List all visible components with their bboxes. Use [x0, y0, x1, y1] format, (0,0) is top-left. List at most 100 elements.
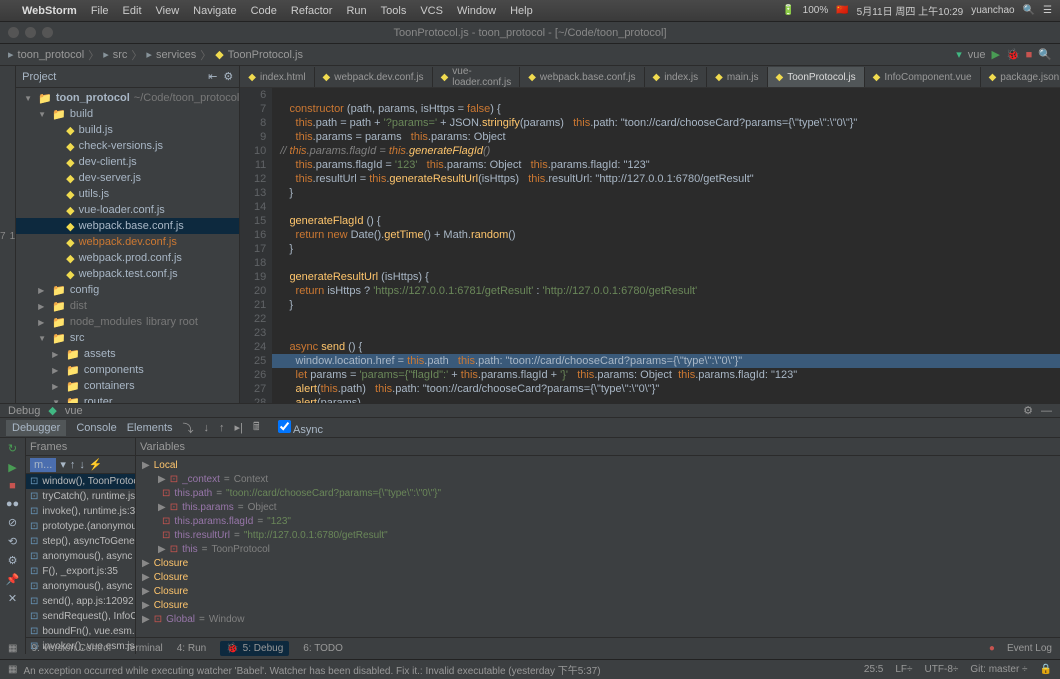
- menu-file[interactable]: File: [91, 5, 109, 17]
- variable-row[interactable]: ▶ Closure: [136, 598, 1060, 612]
- caret-position[interactable]: 25:5: [864, 664, 883, 675]
- search-icon[interactable]: 🔍: [1038, 48, 1052, 61]
- next-frame-icon[interactable]: ↓: [79, 459, 85, 471]
- spotlight-icon[interactable]: 🔍: [1023, 5, 1035, 16]
- editor-tab[interactable]: ◆webpack.dev.conf.js: [315, 67, 433, 87]
- console-tab[interactable]: Console: [76, 422, 116, 434]
- menu-vcs[interactable]: VCS: [420, 5, 443, 17]
- code-line[interactable]: return new Date().getTime() + Math.rando…: [272, 228, 1060, 242]
- code-line[interactable]: alert(params): [272, 396, 1060, 403]
- tree-item[interactable]: ◆webpack.base.conf.js: [16, 218, 239, 234]
- close-window-button[interactable]: [8, 27, 19, 38]
- tree-item[interactable]: ▼📁src: [16, 330, 239, 346]
- code-line[interactable]: [272, 88, 1060, 102]
- menu-code[interactable]: Code: [251, 5, 277, 17]
- tree-root[interactable]: ▼📁toon_protocol ~/Code/toon_protocol: [16, 90, 239, 106]
- run-button[interactable]: ▶: [991, 48, 999, 61]
- tree-item[interactable]: ▶📁config: [16, 282, 239, 298]
- step-out-icon[interactable]: ↑: [219, 422, 225, 434]
- code-line[interactable]: async send () {: [272, 340, 1060, 354]
- code-line[interactable]: this.params = params this.params: Object: [272, 130, 1060, 144]
- settings-icon[interactable]: ⚙: [8, 554, 18, 567]
- code-line[interactable]: [272, 200, 1060, 214]
- editor-tab[interactable]: ◆vue-loader.conf.js: [433, 67, 521, 87]
- restore-layout-icon[interactable]: ⟲: [8, 535, 17, 548]
- tree-item[interactable]: ◆dev-server.js: [16, 170, 239, 186]
- editor-tab[interactable]: ◆InfoComponent.vue: [865, 67, 981, 87]
- code-line[interactable]: [272, 326, 1060, 340]
- menu-help[interactable]: Help: [510, 5, 533, 17]
- close-icon[interactable]: ✕: [8, 592, 17, 605]
- code-line[interactable]: }: [272, 298, 1060, 312]
- tool-window-icon[interactable]: ▦: [8, 664, 17, 675]
- variable-row[interactable]: ▶ Closure: [136, 556, 1060, 570]
- variable-row[interactable]: ▶ ⊡ _context = Context: [136, 472, 1060, 486]
- variable-row[interactable]: ▶ ⊡ this = ToonProtocol: [136, 542, 1060, 556]
- filter-icon[interactable]: ⚡: [89, 458, 103, 471]
- tree-item[interactable]: ◆webpack.prod.conf.js: [16, 250, 239, 266]
- collapse-icon[interactable]: ⇤: [208, 70, 217, 83]
- debug-button[interactable]: 🐞: [1006, 48, 1020, 61]
- app-menu[interactable]: WebStorm: [22, 5, 77, 17]
- chevron-down-icon[interactable]: ▾: [60, 458, 66, 471]
- editor-tab[interactable]: ◆webpack.base.conf.js: [520, 67, 644, 87]
- menu-navigate[interactable]: Navigate: [193, 5, 236, 17]
- editor-tab[interactable]: ◆index.js: [645, 67, 708, 87]
- elements-tab[interactable]: Elements: [127, 422, 173, 434]
- tree-item[interactable]: ▼📁router: [16, 394, 239, 403]
- editor-tab[interactable]: ◆package.json: [981, 67, 1060, 87]
- menu-window[interactable]: Window: [457, 5, 496, 17]
- step-over-icon[interactable]: ⤵: [183, 420, 194, 436]
- tree-item[interactable]: ◆vue-loader.conf.js: [16, 202, 239, 218]
- stop-button[interactable]: ■: [1026, 49, 1033, 61]
- stack-frame[interactable]: ⊡boundFn(), vue.esm.: [26, 624, 135, 639]
- user-name[interactable]: yuanchao: [971, 5, 1014, 16]
- tree-item[interactable]: ◆check-versions.js: [16, 138, 239, 154]
- code-line[interactable]: generateResultUrl (isHttps) {: [272, 270, 1060, 284]
- tool-window-button[interactable]: 9: Version Control: [31, 641, 111, 656]
- stop-icon[interactable]: ■: [9, 480, 16, 492]
- menu-run[interactable]: Run: [346, 5, 366, 17]
- variable-row[interactable]: ⊡ this.resultUrl = "http://127.0.0.1:678…: [136, 528, 1060, 542]
- stack-frame[interactable]: ⊡anonymous(), async: [26, 579, 135, 594]
- thread-select[interactable]: m...: [30, 458, 56, 472]
- stack-frame[interactable]: ⊡sendRequest(), InfoC: [26, 609, 135, 624]
- tool-window-button[interactable]: Terminal: [125, 641, 163, 656]
- event-log-button[interactable]: Event Log: [1007, 643, 1052, 654]
- variable-row[interactable]: ▶ ⊡ Global = Window: [136, 612, 1060, 626]
- code-line[interactable]: [272, 312, 1060, 326]
- tool-window-button[interactable]: 6: TODO: [303, 641, 343, 656]
- tree-item[interactable]: ◆utils.js: [16, 186, 239, 202]
- stack-frame[interactable]: ⊡invoke(), runtime.js:3: [26, 504, 135, 519]
- editor-tab[interactable]: ◆main.js: [707, 67, 767, 87]
- mute-bp-icon[interactable]: ⊘: [8, 516, 17, 529]
- variable-row[interactable]: ▶ ⊡ this.params = Object: [136, 500, 1060, 514]
- minimize-window-button[interactable]: [25, 27, 36, 38]
- tree-item[interactable]: ▶📁containers: [16, 378, 239, 394]
- code-line[interactable]: // this.params.flagId = this.generateFla…: [272, 144, 1060, 158]
- variable-row[interactable]: ⊡ this.path = "toon://card/chooseCard?pa…: [136, 486, 1060, 500]
- tree-item[interactable]: ▶📁node_modules library root: [16, 314, 239, 330]
- structure-stripe-button[interactable]: 7: [0, 231, 6, 242]
- tool-window-button[interactable]: 🐞 5: Debug: [220, 641, 289, 656]
- debugger-tab[interactable]: Debugger: [6, 420, 66, 436]
- stack-frame[interactable]: ⊡step(), asyncToGene: [26, 534, 135, 549]
- bc-file[interactable]: ToonProtocol.js: [228, 49, 303, 61]
- tool-window-button[interactable]: 4: Run: [177, 641, 206, 656]
- async-checkbox[interactable]: [278, 420, 291, 433]
- code-line[interactable]: constructor (path, params, isHttps = fal…: [272, 102, 1060, 116]
- prev-frame-icon[interactable]: ↑: [70, 459, 76, 471]
- menu-view[interactable]: View: [156, 5, 180, 17]
- tree-item[interactable]: ◆webpack.dev.conf.js: [16, 234, 239, 250]
- tree-item[interactable]: ◆build.js: [16, 122, 239, 138]
- resume-icon[interactable]: ▶: [8, 461, 16, 474]
- code-line[interactable]: return isHttps ? 'https://127.0.0.1:6781…: [272, 284, 1060, 298]
- status-icons[interactable]: 🔋: [782, 5, 794, 16]
- editor-gutter[interactable]: 6789101112131415161718192021222324252627…: [240, 88, 272, 403]
- code-line[interactable]: }: [272, 186, 1060, 200]
- rerun-icon[interactable]: ↻: [8, 442, 17, 455]
- stack-frame[interactable]: ⊡F(), _export.js:35: [26, 564, 135, 579]
- bc-p2[interactable]: services: [156, 49, 196, 61]
- run-config-select[interactable]: vue: [968, 49, 986, 61]
- tree-item[interactable]: ▶📁assets: [16, 346, 239, 362]
